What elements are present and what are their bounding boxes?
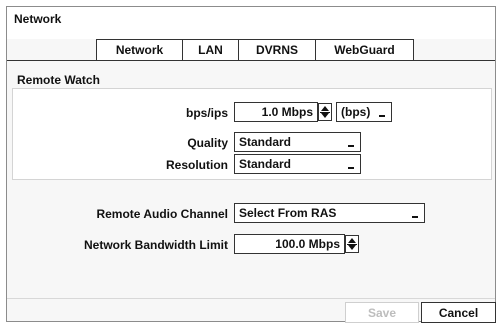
quality-dropdown[interactable]: Standard xyxy=(234,132,361,152)
save-button[interactable]: Save xyxy=(345,302,419,323)
resolution-dropdown[interactable]: Standard xyxy=(234,154,361,174)
footer-divider xyxy=(7,298,495,299)
resolution-label: Resolution xyxy=(166,158,228,172)
chevron-down-icon xyxy=(348,167,354,169)
bandwidth-value: 100.0 Mbps xyxy=(275,237,340,251)
bps-unit-value: (bps) xyxy=(341,105,371,119)
bandwidth-label: Network Bandwidth Limit xyxy=(84,238,228,252)
chevron-down-icon xyxy=(379,115,385,117)
bandwidth-stepper[interactable] xyxy=(345,235,359,253)
bps-ips-value: 1.0 Mbps xyxy=(261,105,313,119)
tab-bar: Network LAN DVRNS WebGuard xyxy=(96,39,414,61)
bps-unit-dropdown[interactable]: (bps) xyxy=(336,102,392,122)
stepper-divider xyxy=(347,244,357,245)
tab-lan[interactable]: LAN xyxy=(183,39,239,61)
stepper-divider xyxy=(320,112,330,113)
window-title: Network xyxy=(14,12,62,26)
bps-ips-label: bps/ips xyxy=(185,106,228,120)
tab-webguard[interactable]: WebGuard xyxy=(316,39,414,61)
bps-ips-field[interactable]: 1.0 Mbps xyxy=(234,102,318,122)
remote-audio-value: Select From RAS xyxy=(239,206,337,220)
bps-ips-stepper[interactable] xyxy=(318,103,332,121)
cancel-button[interactable]: Cancel xyxy=(421,302,496,323)
tab-network[interactable]: Network xyxy=(96,39,183,61)
chevron-down-icon xyxy=(348,145,354,147)
chevron-down-icon xyxy=(412,216,418,218)
tab-dvrns[interactable]: DVRNS xyxy=(239,39,316,61)
remote-audio-label: Remote Audio Channel xyxy=(96,207,228,221)
resolution-value: Standard xyxy=(239,157,292,171)
quality-value: Standard xyxy=(239,135,292,149)
quality-label: Quality xyxy=(187,136,228,150)
bandwidth-field[interactable]: 100.0 Mbps xyxy=(234,234,345,254)
tab-divider xyxy=(7,60,495,61)
title-bar xyxy=(7,7,495,39)
remote-audio-dropdown[interactable]: Select From RAS xyxy=(234,203,425,223)
remote-watch-label: Remote Watch xyxy=(17,73,100,87)
